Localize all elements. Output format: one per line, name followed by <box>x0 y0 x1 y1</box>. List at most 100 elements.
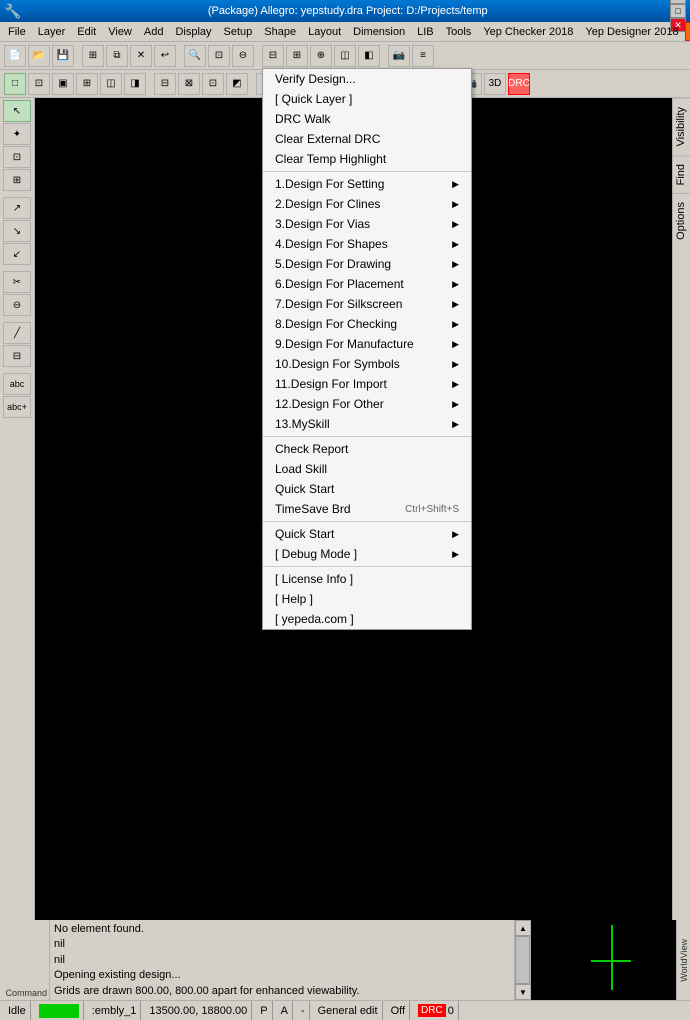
dd-quick-start-1[interactable]: Quick Start <box>263 479 471 499</box>
tb2-4[interactable]: ⊞ <box>76 73 98 95</box>
console-scrollbar[interactable]: ▲ ▼ <box>514 920 530 1000</box>
dd-license-info[interactable]: [ License Info ] <box>263 569 471 589</box>
dd-clear-temp-highlight[interactable]: Clear Temp Highlight <box>263 149 471 169</box>
menu-yep-basic[interactable]: Yep Basic 2018 <box>685 22 690 41</box>
dd-design-placement[interactable]: 6.Design For Placement <box>263 274 471 294</box>
visibility-tab[interactable]: Visibility <box>673 98 690 155</box>
menu-display[interactable]: Display <box>169 22 217 41</box>
open-button[interactable]: 📂 <box>28 45 50 67</box>
dd-design-import[interactable]: 11.Design For Import <box>263 374 471 394</box>
lt-6[interactable]: ↙ <box>3 243 31 265</box>
tb-extra-3[interactable]: ⊕ <box>310 45 332 67</box>
zoom-fit-button[interactable]: ⊡ <box>208 45 230 67</box>
tb-extra-2[interactable]: ⊞ <box>286 45 308 67</box>
menu-setup[interactable]: Setup <box>218 22 259 41</box>
dd-design-symbols[interactable]: 10.Design For Symbols <box>263 354 471 374</box>
dd-debug-mode[interactable]: [ Debug Mode ] <box>263 544 471 564</box>
zoom-out-button[interactable]: ⊖ <box>232 45 254 67</box>
tb2-20[interactable]: 3D <box>484 73 506 95</box>
dd-design-drawing[interactable]: 5.Design For Drawing <box>263 254 471 274</box>
dd-quick-start-2[interactable]: Quick Start <box>263 524 471 544</box>
save-button[interactable]: 💾 <box>52 45 74 67</box>
find-tab[interactable]: Find <box>673 155 690 193</box>
dd-design-shapes[interactable]: 4.Design For Shapes <box>263 234 471 254</box>
camera-button[interactable]: 📷 <box>388 45 410 67</box>
new-button[interactable]: 📄 <box>4 45 26 67</box>
menu-layout[interactable]: Layout <box>302 22 347 41</box>
lt-4[interactable]: ↗ <box>3 197 31 219</box>
lt-3[interactable]: ⊞ <box>3 169 31 191</box>
dd-help-item[interactable]: [ Help ] <box>263 589 471 609</box>
dd-drc-walk[interactable]: DRC Walk <box>263 109 471 129</box>
status-off: Off <box>387 1001 410 1020</box>
lt-9[interactable]: ⊟ <box>3 345 31 367</box>
right-panel: Visibility Find Options <box>672 98 690 920</box>
menu-layer[interactable]: Layer <box>32 22 72 41</box>
tb-extra-1[interactable]: ⊟ <box>262 45 284 67</box>
menu-edit[interactable]: Edit <box>71 22 102 41</box>
lt-text2[interactable]: abc+ <box>3 396 31 418</box>
status-a: A <box>277 1001 293 1020</box>
dd-quick-layer[interactable]: [ Quick Layer ] <box>263 89 471 109</box>
scroll-thumb[interactable] <box>515 936 530 984</box>
menu-view[interactable]: View <box>102 22 138 41</box>
copy-button[interactable]: ⧉ <box>106 45 128 67</box>
dd-yepeda[interactable]: [ yepeda.com ] <box>263 609 471 629</box>
tb2-5[interactable]: ◫ <box>100 73 122 95</box>
dd-design-checking[interactable]: 8.Design For Checking <box>263 314 471 334</box>
menu-yep-checker[interactable]: Yep Checker 2018 <box>477 22 579 41</box>
lt-select[interactable]: ↖ <box>3 100 31 122</box>
dd-design-setting[interactable]: 1.Design For Setting <box>263 174 471 194</box>
tb2-21[interactable]: DRC <box>508 73 530 95</box>
lt-7[interactable]: ✂ <box>3 271 31 293</box>
menu-shape[interactable]: Shape <box>258 22 302 41</box>
tb-extra-6[interactable]: ≡ <box>412 45 434 67</box>
lt-8[interactable]: ⊖ <box>3 294 31 316</box>
dd-design-other[interactable]: 12.Design For Other <box>263 394 471 414</box>
delete-button[interactable]: ✕ <box>130 45 152 67</box>
dd-myskill[interactable]: 13.MySkill <box>263 414 471 434</box>
dd-design-silkscreen[interactable]: 7.Design For Silkscreen <box>263 294 471 314</box>
zoom-in-button[interactable]: 🔍 <box>184 45 206 67</box>
console-line-2: nil <box>54 937 510 952</box>
dd-design-vias[interactable]: 3.Design For Vias <box>263 214 471 234</box>
dd-timesave-brd[interactable]: TimeSave Brd Ctrl+Shift+S <box>263 499 471 519</box>
tb2-1[interactable]: □ <box>4 73 26 95</box>
dd-verify-design[interactable]: Verify Design... <box>263 69 471 89</box>
lt-line[interactable]: ╱ <box>3 322 31 344</box>
lt-text[interactable]: abc <box>3 373 31 395</box>
tb2-2[interactable]: ⊡ <box>28 73 50 95</box>
console-container: Command No element found. nil nil Openin… <box>0 920 690 1000</box>
menu-lib[interactable]: LIB <box>411 22 440 41</box>
dd-clear-external-drc[interactable]: Clear External DRC <box>263 129 471 149</box>
tb2-8[interactable]: ⊠ <box>178 73 200 95</box>
status-indicator <box>35 1001 84 1020</box>
tb2-10[interactable]: ◩ <box>226 73 248 95</box>
dd-design-clines[interactable]: 2.Design For Clines <box>263 194 471 214</box>
scroll-up[interactable]: ▲ <box>515 920 531 936</box>
options-tab[interactable]: Options <box>673 193 690 248</box>
tb2-7[interactable]: ⊟ <box>154 73 176 95</box>
menu-file[interactable]: File <box>2 22 32 41</box>
menu-dimension[interactable]: Dimension <box>347 22 411 41</box>
lt-1[interactable]: ✦ <box>3 123 31 145</box>
tb-extra-4[interactable]: ◫ <box>334 45 356 67</box>
tb-extra-5[interactable]: ◧ <box>358 45 380 67</box>
lt-5[interactable]: ↘ <box>3 220 31 242</box>
menu-tools[interactable]: Tools <box>440 22 478 41</box>
tb2-9[interactable]: ⊡ <box>202 73 224 95</box>
dd-check-report[interactable]: Check Report <box>263 439 471 459</box>
lt-2[interactable]: ⊡ <box>3 146 31 168</box>
tb2-3[interactable]: ▣ <box>52 73 74 95</box>
tb2-6[interactable]: ◨ <box>124 73 146 95</box>
maximize-button[interactable]: □ <box>670 4 686 18</box>
scroll-down[interactable]: ▼ <box>515 984 531 1000</box>
undo-button[interactable]: ↩ <box>154 45 176 67</box>
dd-sep-4 <box>263 566 471 567</box>
dd-load-skill[interactable]: Load Skill <box>263 459 471 479</box>
menu-yep-designer[interactable]: Yep Designer 2018 <box>579 22 684 41</box>
menu-add[interactable]: Add <box>138 22 170 41</box>
grid-button[interactable]: ⊞ <box>82 45 104 67</box>
status-general-edit: General edit <box>314 1001 383 1020</box>
dd-design-manufacture[interactable]: 9.Design For Manufacture <box>263 334 471 354</box>
